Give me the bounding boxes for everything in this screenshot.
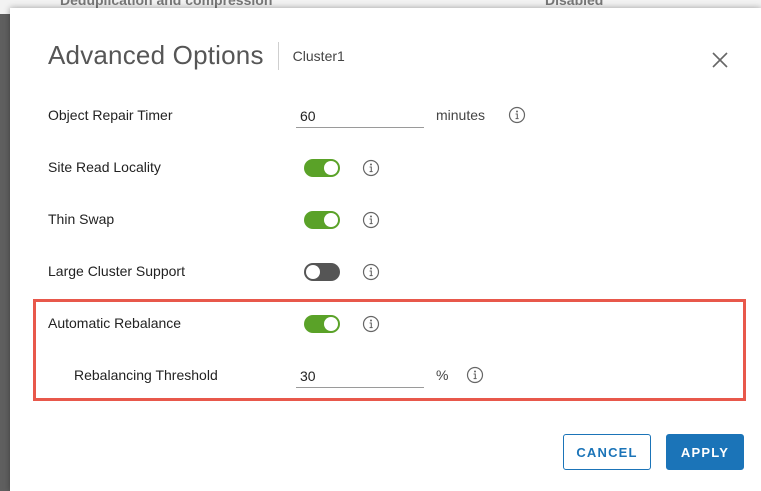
toggle-knob bbox=[324, 213, 338, 227]
site-read-locality-label: Site Read Locality bbox=[48, 159, 161, 175]
title-divider bbox=[277, 41, 279, 70]
apply-button[interactable]: APPLY bbox=[666, 434, 744, 470]
background-text-left: Deduplication and compression bbox=[60, 0, 273, 8]
thin-swap-label: Thin Swap bbox=[48, 211, 115, 227]
toggle-knob bbox=[306, 265, 320, 279]
close-icon[interactable] bbox=[708, 48, 732, 72]
dialog-title: Advanced Options bbox=[48, 40, 264, 70]
background-text-right: Disabled bbox=[545, 0, 604, 8]
info-icon[interactable] bbox=[362, 263, 380, 281]
cancel-button[interactable]: CANCEL bbox=[563, 434, 651, 470]
thin-swap-toggle[interactable] bbox=[304, 211, 340, 229]
info-icon[interactable] bbox=[508, 106, 526, 124]
info-icon[interactable] bbox=[362, 159, 380, 177]
object-repair-timer-label: Object Repair Timer bbox=[48, 107, 173, 123]
large-cluster-support-toggle[interactable] bbox=[304, 263, 340, 281]
object-repair-timer-input[interactable] bbox=[296, 104, 424, 128]
dialog-header: Advanced Options Cluster1 bbox=[48, 40, 345, 71]
object-repair-timer-unit: minutes bbox=[436, 107, 486, 123]
info-icon[interactable] bbox=[362, 211, 380, 229]
highlight-annotation-box bbox=[33, 299, 746, 401]
dialog-subtitle: Cluster1 bbox=[292, 47, 345, 64]
site-read-locality-toggle[interactable] bbox=[304, 159, 340, 177]
large-cluster-support-label: Large Cluster Support bbox=[48, 263, 185, 279]
advanced-options-dialog: Advanced Options Cluster1 Object Repair … bbox=[10, 8, 761, 491]
toggle-knob bbox=[324, 161, 338, 175]
